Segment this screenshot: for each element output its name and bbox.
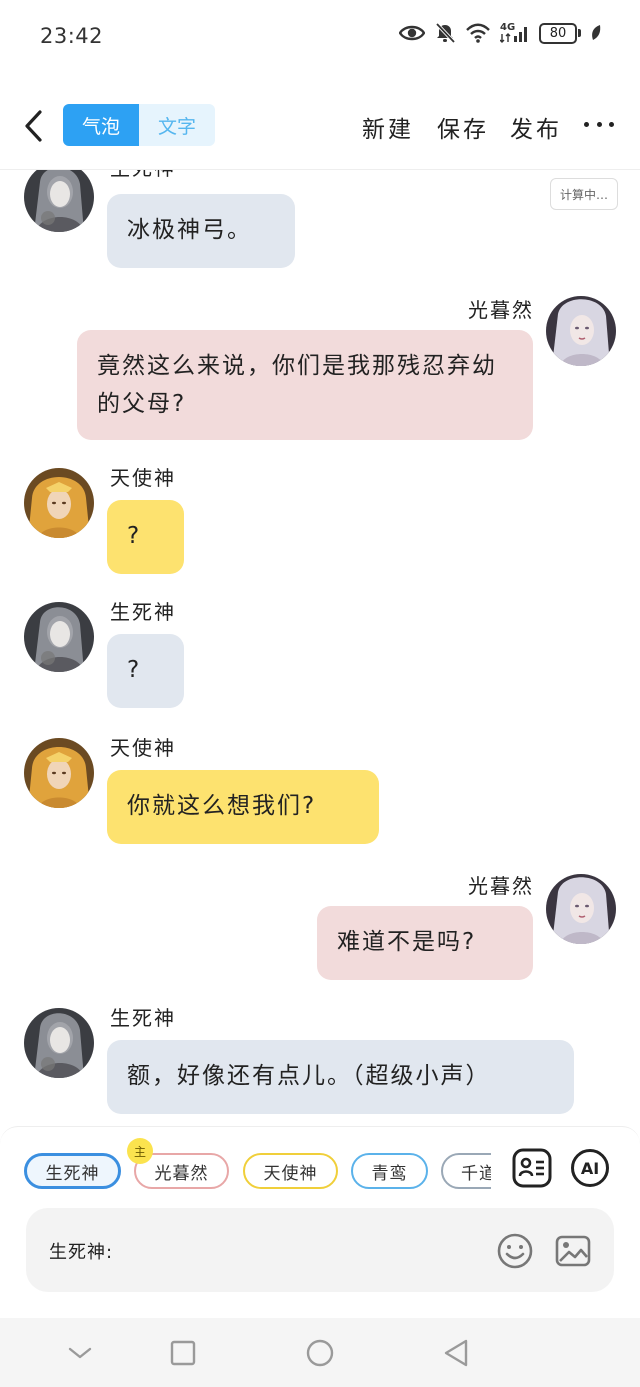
- circle-icon[interactable]: [304, 1337, 336, 1369]
- battery-icon: 80: [539, 22, 581, 44]
- message-bubble[interactable]: 竟然这么来说，你们是我那残忍弃幼的父母?: [77, 330, 533, 440]
- character-chip-tianshishen[interactable]: 天使神: [243, 1153, 338, 1189]
- status-icons: 4G 80: [399, 22, 602, 44]
- status-time: 23:42: [40, 24, 104, 48]
- ai-label: AI: [571, 1149, 609, 1187]
- battery-level: 80: [539, 22, 577, 44]
- signal-icon: 4G: [500, 22, 530, 44]
- status-bar: 23:42 4G 80: [0, 0, 640, 74]
- ai-button[interactable]: AI: [570, 1148, 610, 1188]
- mode-switch: 气泡 文字: [63, 104, 215, 146]
- avatar-guangmuran[interactable]: [546, 296, 616, 366]
- avatar-tianshishen[interactable]: [24, 468, 94, 538]
- sender-name: 天使神: [110, 466, 176, 490]
- bell-off-icon: [434, 22, 456, 44]
- sender-name: 生死神: [110, 170, 176, 181]
- message-bubble[interactable]: ?: [107, 634, 184, 708]
- sender-name: 光暮然: [468, 874, 534, 898]
- chat-editor-screen: 23:42 4G 80 气泡 文字 新建 保存 发布 冰极神弓。 计算中… 光暮…: [0, 0, 640, 1387]
- sender-name: 生死神: [110, 600, 176, 624]
- avatar-shengsishen[interactable]: [24, 602, 94, 672]
- message-bubble[interactable]: 你就这么想我们?: [107, 770, 379, 844]
- system-nav-bar: [0, 1318, 640, 1387]
- character-chip-shengsishen[interactable]: 生死神: [24, 1153, 121, 1189]
- tab-text[interactable]: 文字: [139, 104, 215, 146]
- square-icon[interactable]: [167, 1337, 199, 1369]
- sender-name: 生死神: [110, 1006, 176, 1030]
- main-role-badge: 主: [127, 1138, 153, 1164]
- input-prefix: 生死神:: [49, 1242, 114, 1263]
- leaf-icon: [590, 24, 602, 42]
- more-icon[interactable]: [584, 112, 614, 136]
- contact-card-icon[interactable]: [512, 1148, 552, 1188]
- top-toolbar: 气泡 文字 新建 保存 发布: [0, 94, 640, 158]
- smiley-icon[interactable]: [496, 1232, 534, 1270]
- triangle-back-icon[interactable]: [440, 1337, 472, 1369]
- avatar-guangmuran[interactable]: [546, 874, 616, 944]
- message-bubble[interactable]: 难道不是吗?: [317, 906, 533, 980]
- character-chip-qiandao[interactable]: 千道: [441, 1153, 491, 1189]
- message-bubble[interactable]: 额，好像还有点儿。（超级小声）: [107, 1040, 574, 1114]
- tab-bubble[interactable]: 气泡: [63, 104, 139, 146]
- avatar-shengsishen[interactable]: [24, 170, 94, 232]
- wifi-icon: [465, 23, 491, 43]
- back-button[interactable]: [18, 106, 48, 146]
- save-button[interactable]: 保存: [437, 110, 489, 144]
- message-input[interactable]: 生死神:: [26, 1208, 614, 1292]
- avatar-shengsishen[interactable]: [24, 1008, 94, 1078]
- chat-area[interactable]: 生死神 冰极神弓。 计算中… 光暮然 竟然这么来说，你们是我那残忍弃幼的父母? …: [0, 170, 640, 1125]
- message-bubble[interactable]: ?: [107, 500, 184, 574]
- message-bubble[interactable]: 冰极神弓。: [107, 194, 295, 268]
- sender-name: 光暮然: [468, 298, 534, 322]
- image-icon[interactable]: [554, 1232, 592, 1270]
- new-button[interactable]: 新建: [362, 110, 414, 144]
- calculating-button[interactable]: 计算中…: [550, 178, 618, 210]
- sender-name: 天使神: [110, 736, 176, 760]
- chevron-down-icon[interactable]: [64, 1337, 96, 1369]
- character-chips[interactable]: 生死神 光暮然 天使神 青鸾 千道: [24, 1151, 491, 1191]
- eye-icon: [399, 24, 425, 42]
- publish-button[interactable]: 发布: [510, 110, 562, 144]
- character-chip-qingluan[interactable]: 青鸾: [351, 1153, 428, 1189]
- chevron-left-icon: [25, 110, 42, 142]
- avatar-tianshishen[interactable]: [24, 738, 94, 808]
